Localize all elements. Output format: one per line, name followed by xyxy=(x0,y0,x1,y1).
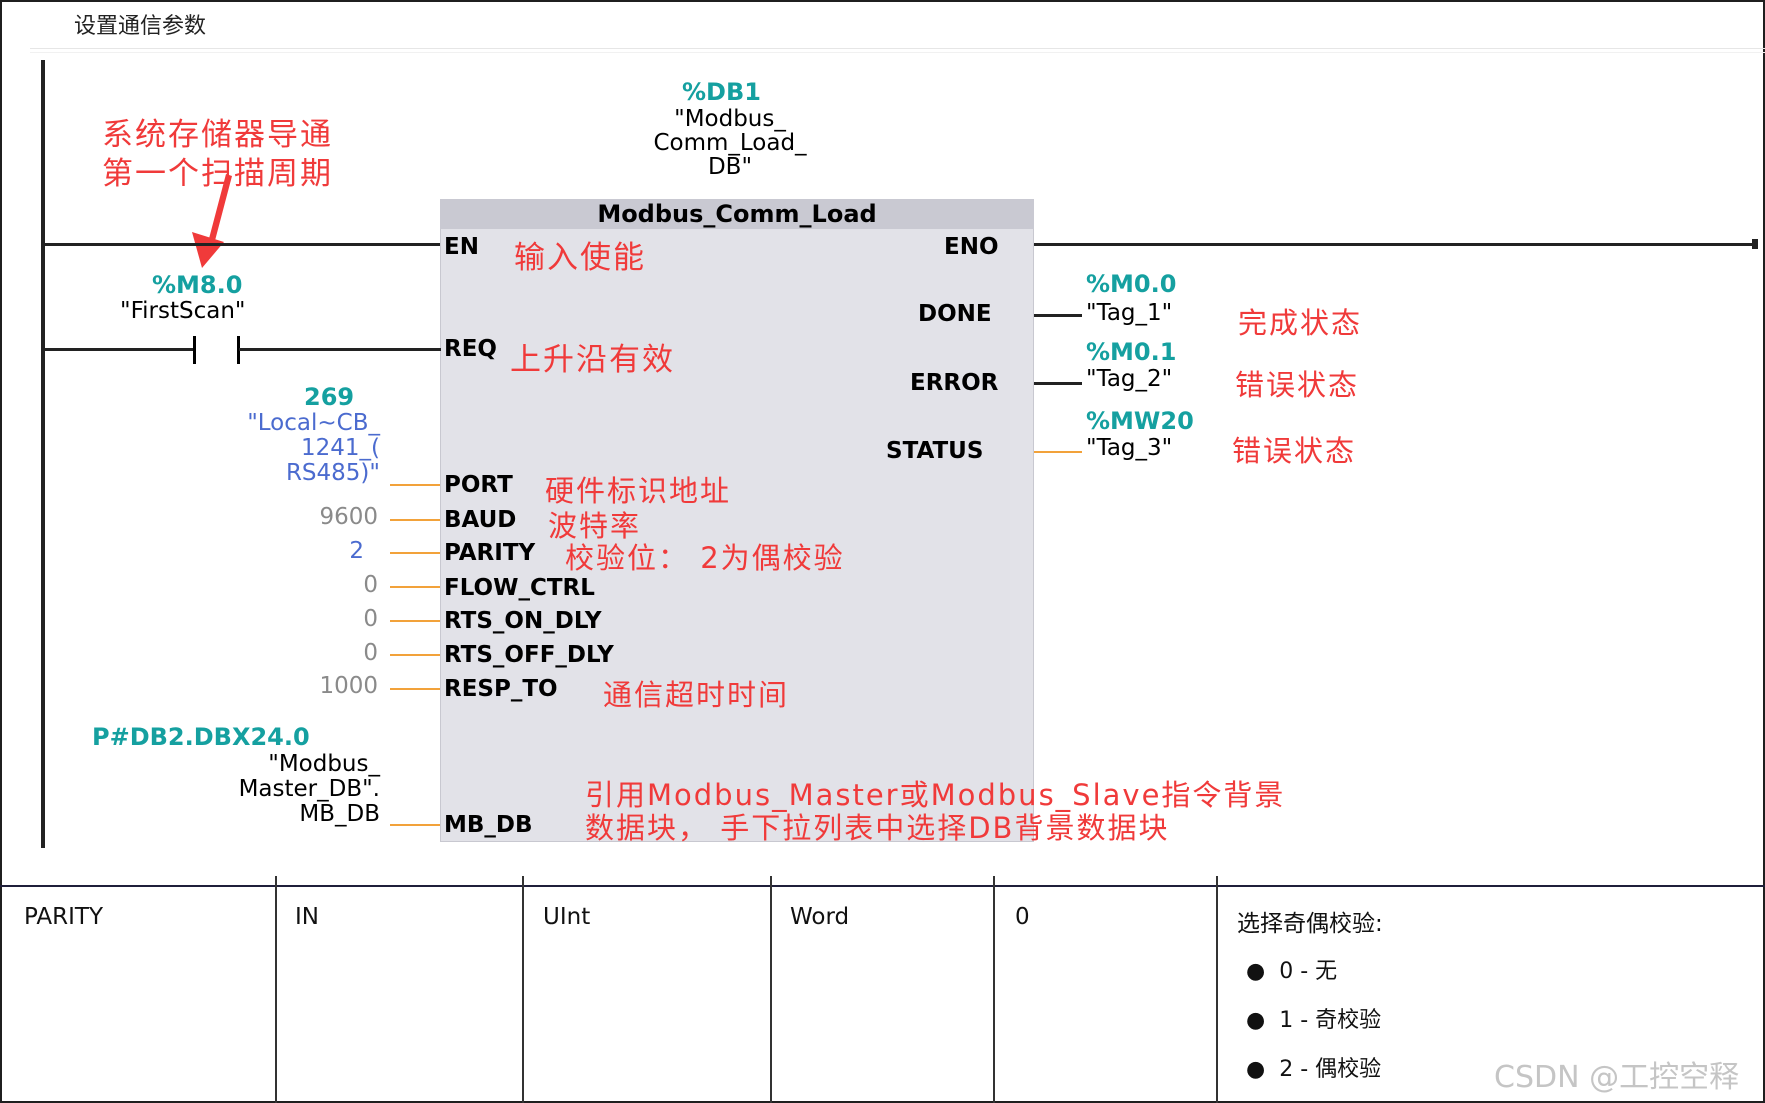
done-address[interactable]: %M0.0 xyxy=(1086,270,1176,298)
pin-done: DONE xyxy=(918,301,992,327)
mb-db-wire xyxy=(390,824,440,826)
pin-parity: PARITY xyxy=(444,540,536,566)
pin-error: ERROR xyxy=(910,370,999,396)
description-item-text: 1 - 奇校验 xyxy=(1279,1008,1382,1033)
port-value[interactable]: 269 xyxy=(304,383,354,411)
flow-ctrl-wire xyxy=(390,586,440,588)
flow-ctrl-value[interactable]: 0 xyxy=(300,572,378,598)
power-rail xyxy=(41,60,45,848)
error-wire xyxy=(1034,382,1082,385)
error-note: 错误状态 xyxy=(1235,368,1360,402)
en-power-wire xyxy=(41,243,441,246)
mb-db-tag-name[interactable]: "Modbus_ Master_DB". MB_DB xyxy=(130,752,380,827)
done-note: 完成状态 xyxy=(1238,306,1363,340)
rts-off-dly-wire xyxy=(390,654,440,656)
pin-eno: ENO xyxy=(944,234,999,260)
function-block[interactable] xyxy=(440,199,1034,842)
description-item-text: 2 - 偶校验 xyxy=(1279,1057,1382,1082)
contact-name[interactable]: "FirstScan" xyxy=(120,298,245,324)
function-block-title[interactable]: Modbus_Comm_Load xyxy=(440,199,1034,229)
bullet-icon: ● xyxy=(1246,1057,1266,1082)
resp-to-note: 通信超时时间 xyxy=(603,678,790,712)
req-left-wire xyxy=(41,348,194,351)
baud-value[interactable]: 9600 xyxy=(270,504,378,530)
table-cell-description-title: 选择奇偶校验: xyxy=(1237,911,1383,937)
bullet-icon: ● xyxy=(1246,959,1266,984)
table-column-divider xyxy=(770,876,772,1103)
pin-status: STATUS xyxy=(886,438,984,464)
rts-off-dly-value[interactable]: 0 xyxy=(300,640,378,666)
watermark: CSDN @工控空释 xyxy=(1494,1060,1740,1095)
status-note: 错误状态 xyxy=(1232,434,1357,468)
port-tag-line: RS485)" xyxy=(285,460,380,486)
done-wire xyxy=(1034,314,1082,317)
status-tag-name[interactable]: "Tag_3" xyxy=(1086,435,1172,461)
pin-en: EN xyxy=(444,234,479,260)
table-cell-default: 0 xyxy=(1015,904,1030,930)
table-column-divider xyxy=(275,876,277,1103)
port-wire xyxy=(390,484,440,486)
description-list-item: ● 2 - 偶校验 xyxy=(1246,1051,1381,1083)
table-cell-data-type: UInt xyxy=(543,904,591,930)
status-address[interactable]: %MW20 xyxy=(1086,407,1194,435)
pin-baud: BAUD xyxy=(444,507,517,533)
mb-db-tag-line: Master_DB". xyxy=(238,776,380,802)
en-note: 输入使能 xyxy=(514,240,646,276)
pin-rts-off-dly: RTS_OFF_DLY xyxy=(444,642,614,668)
table-top-border xyxy=(0,885,1765,887)
contact-left-bar xyxy=(193,336,196,364)
table-cell-name: PARITY xyxy=(24,904,103,930)
mb-db-note-line2: 数据块， 手下拉列表中选择DB背景数据块 xyxy=(585,811,1170,845)
mb-db-address[interactable]: P#DB2.DBX24.0 xyxy=(92,723,310,751)
description-list-item: ● 1 - 奇校验 xyxy=(1246,1002,1381,1034)
table-column-divider xyxy=(1216,876,1218,1103)
status-wire xyxy=(1034,451,1082,453)
mb-db-tag-line: MB_DB xyxy=(299,801,380,827)
pin-resp-to: RESP_TO xyxy=(444,676,558,702)
eno-wire xyxy=(1032,243,1755,246)
pin-rts-on-dly: RTS_ON_DLY xyxy=(444,608,602,634)
instance-db-address[interactable]: %DB1 xyxy=(682,78,761,106)
pin-port: PORT xyxy=(444,472,513,498)
error-tag-name[interactable]: "Tag_2" xyxy=(1086,366,1172,392)
description-list-item: ● 0 - 无 xyxy=(1246,953,1337,985)
parity-wire xyxy=(390,552,440,554)
arrow-icon xyxy=(192,174,232,268)
instance-db-name-line: Comm_Load_ xyxy=(653,130,807,156)
instance-db-name-line: DB" xyxy=(707,154,753,180)
done-tag-name[interactable]: "Tag_1" xyxy=(1086,300,1172,326)
error-address[interactable]: %M0.1 xyxy=(1086,338,1176,366)
table-cell-memory: Word xyxy=(790,904,850,930)
pin-req: REQ xyxy=(444,336,497,362)
contact-address[interactable]: %M8.0 xyxy=(152,271,242,299)
mb-db-tag-line: "Modbus_ xyxy=(268,751,380,777)
eno-wire-end xyxy=(1752,239,1758,249)
description-item-text: 0 - 无 xyxy=(1279,959,1338,984)
resp-to-wire xyxy=(390,688,440,690)
instance-db-name[interactable]: "Modbus_ Comm_Load_ DB" xyxy=(600,107,860,179)
resp-to-value[interactable]: 1000 xyxy=(270,673,378,699)
pin-mb-db: MB_DB xyxy=(444,812,533,838)
parity-value[interactable]: 2 xyxy=(300,538,364,564)
bullet-icon: ● xyxy=(1246,1008,1266,1033)
baud-wire xyxy=(390,519,440,521)
instance-db-name-line: "Modbus_ xyxy=(674,106,786,132)
title-divider xyxy=(30,48,1765,49)
port-tag-line: "Local~CB_ xyxy=(247,410,380,436)
parity-note: 校验位： 2为偶校验 xyxy=(565,541,845,575)
pin-flow-ctrl: FLOW_CTRL xyxy=(444,575,595,601)
req-right-wire xyxy=(239,348,441,351)
port-tag-line: 1241_( xyxy=(300,435,380,461)
table-column-divider xyxy=(993,876,995,1103)
port-tag-name[interactable]: "Local~CB_ 1241_( RS485)" xyxy=(150,411,380,486)
title-divider-2 xyxy=(30,52,1765,53)
rts-on-dly-wire xyxy=(390,620,440,622)
network-title: 设置通信参数 xyxy=(74,14,207,39)
req-note: 上升沿有效 xyxy=(510,342,675,378)
table-cell-section: IN xyxy=(295,904,319,930)
rts-on-dly-value[interactable]: 0 xyxy=(300,606,378,632)
table-column-divider xyxy=(522,876,524,1103)
